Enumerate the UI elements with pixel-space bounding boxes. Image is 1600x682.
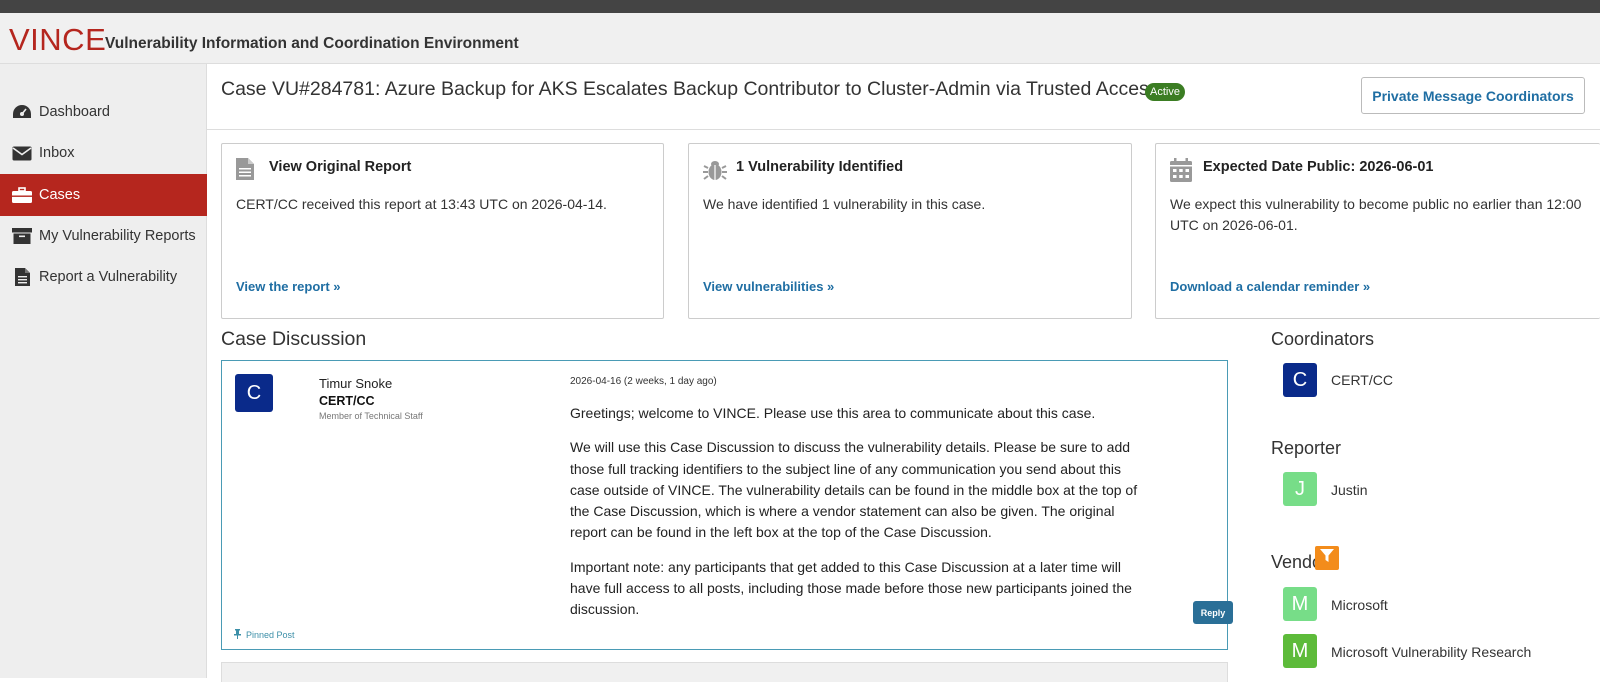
view-report-link[interactable]: View the report » xyxy=(236,279,341,294)
next-post-preview xyxy=(221,662,1228,682)
vulnerabilities-card: 1 Vulnerability Identified We have ident… xyxy=(688,143,1132,319)
avatar: C xyxy=(1283,363,1317,397)
sidebar-item-my-vulnerability-reports[interactable]: My Vulnerability Reports xyxy=(0,215,207,257)
vendor-name[interactable]: Microsoft xyxy=(1331,597,1388,613)
reporter-heading: Reporter xyxy=(1271,438,1342,458)
post-date: 2026-04-16 (2 weeks, 1 day ago) xyxy=(570,376,717,387)
card-body: We expect this vulnerability to become p… xyxy=(1170,196,1582,233)
card-body: CERT/CC received this report at 13:43 UT… xyxy=(236,196,607,212)
post-body: Greetings; welcome to VINCE. Please use … xyxy=(570,403,1140,634)
sidebar-item-label: Inbox xyxy=(39,145,75,161)
envelope-icon xyxy=(11,144,33,162)
calendar-reminder-link[interactable]: Download a calendar reminder » xyxy=(1170,279,1370,294)
sidebar-item-label: Report a Vulnerability xyxy=(39,269,178,285)
pinned-post-label: Pinned Post xyxy=(246,630,295,640)
vendor-filter-button[interactable] xyxy=(1315,546,1339,570)
post-paragraph: Important note: any participants that ge… xyxy=(570,558,1132,618)
page-title: Case VU#284781: Azure Backup for AKS Esc… xyxy=(221,78,1159,100)
vince-logo[interactable]: VINCE xyxy=(9,22,106,58)
post-author-name[interactable]: Timur Snoke xyxy=(319,376,392,391)
sidebar-item-cases[interactable]: Cases xyxy=(0,174,207,216)
archive-icon xyxy=(11,227,33,245)
reply-button[interactable]: Reply xyxy=(1193,601,1233,624)
sidebar-item-label: My Vulnerability Reports xyxy=(39,228,196,244)
vendor-name[interactable]: Microsoft Vulnerability Research xyxy=(1331,644,1531,660)
card-title: Expected Date Public: 2026-06-01 xyxy=(1203,159,1434,175)
bug-icon xyxy=(703,158,727,182)
filter-icon xyxy=(1320,548,1334,568)
pin-icon xyxy=(234,629,241,641)
coordinator-name[interactable]: CERT/CC xyxy=(1331,372,1393,388)
expected-date-card: Expected Date Public: 2026-06-01 We expe… xyxy=(1155,143,1600,319)
top-window-bar xyxy=(0,0,1600,13)
pinned-post-indicator: Pinned Post xyxy=(234,629,295,641)
card-title: 1 Vulnerability Identified xyxy=(736,159,904,175)
avatar: M xyxy=(1283,634,1317,668)
reporter-name[interactable]: Justin xyxy=(1331,482,1368,498)
private-message-coordinators-button[interactable]: Private Message Coordinators xyxy=(1361,77,1585,114)
sidebar-item-report-a-vulnerability[interactable]: Report a Vulnerability xyxy=(0,256,207,298)
document-icon xyxy=(11,268,33,286)
original-report-card: View Original Report CERT/CC received th… xyxy=(221,143,664,319)
calendar-icon xyxy=(1170,158,1192,182)
post-author-org: CERT/CC xyxy=(319,394,375,408)
post-author-role: Member of Technical Staff xyxy=(319,411,423,421)
card-title: View Original Report xyxy=(269,159,412,175)
case-discussion-heading: Case Discussion xyxy=(221,328,367,350)
app-header: VINCE Vulnerability Information and Coor… xyxy=(0,13,1600,64)
dashboard-icon xyxy=(11,103,33,121)
sidebar-item-dashboard[interactable]: Dashboard xyxy=(0,91,207,133)
status-badge: Active xyxy=(1145,83,1185,101)
view-vulnerabilities-link[interactable]: View vulnerabilities » xyxy=(703,279,834,294)
pinned-post: C Timur Snoke CERT/CC Member of Technica… xyxy=(221,360,1233,650)
case-title-bar: Case VU#284781: Azure Backup for AKS Esc… xyxy=(207,64,1600,130)
sidebar: Dashboard Inbox Cases My Vulnerability R… xyxy=(0,64,207,678)
sidebar-item-label: Cases xyxy=(39,187,81,203)
sidebar-item-inbox[interactable]: Inbox xyxy=(0,132,207,174)
briefcase-icon xyxy=(11,186,33,204)
sidebar-item-label: Dashboard xyxy=(39,104,110,120)
post-paragraph: Greetings; welcome to VINCE. Please use … xyxy=(570,405,1096,421)
app-tagline: Vulnerability Information and Coordinati… xyxy=(105,35,519,52)
avatar: J xyxy=(1283,472,1317,506)
coordinators-heading: Coordinators xyxy=(1271,329,1375,349)
document-icon xyxy=(236,158,258,182)
post-paragraph: We will use this Case Discussion to disc… xyxy=(570,439,1138,541)
main-content: Case VU#284781: Azure Backup for AKS Esc… xyxy=(207,64,1600,682)
avatar: C xyxy=(235,374,273,412)
card-body: We have identified 1 vulnerability in th… xyxy=(703,196,986,212)
avatar: M xyxy=(1283,587,1317,621)
